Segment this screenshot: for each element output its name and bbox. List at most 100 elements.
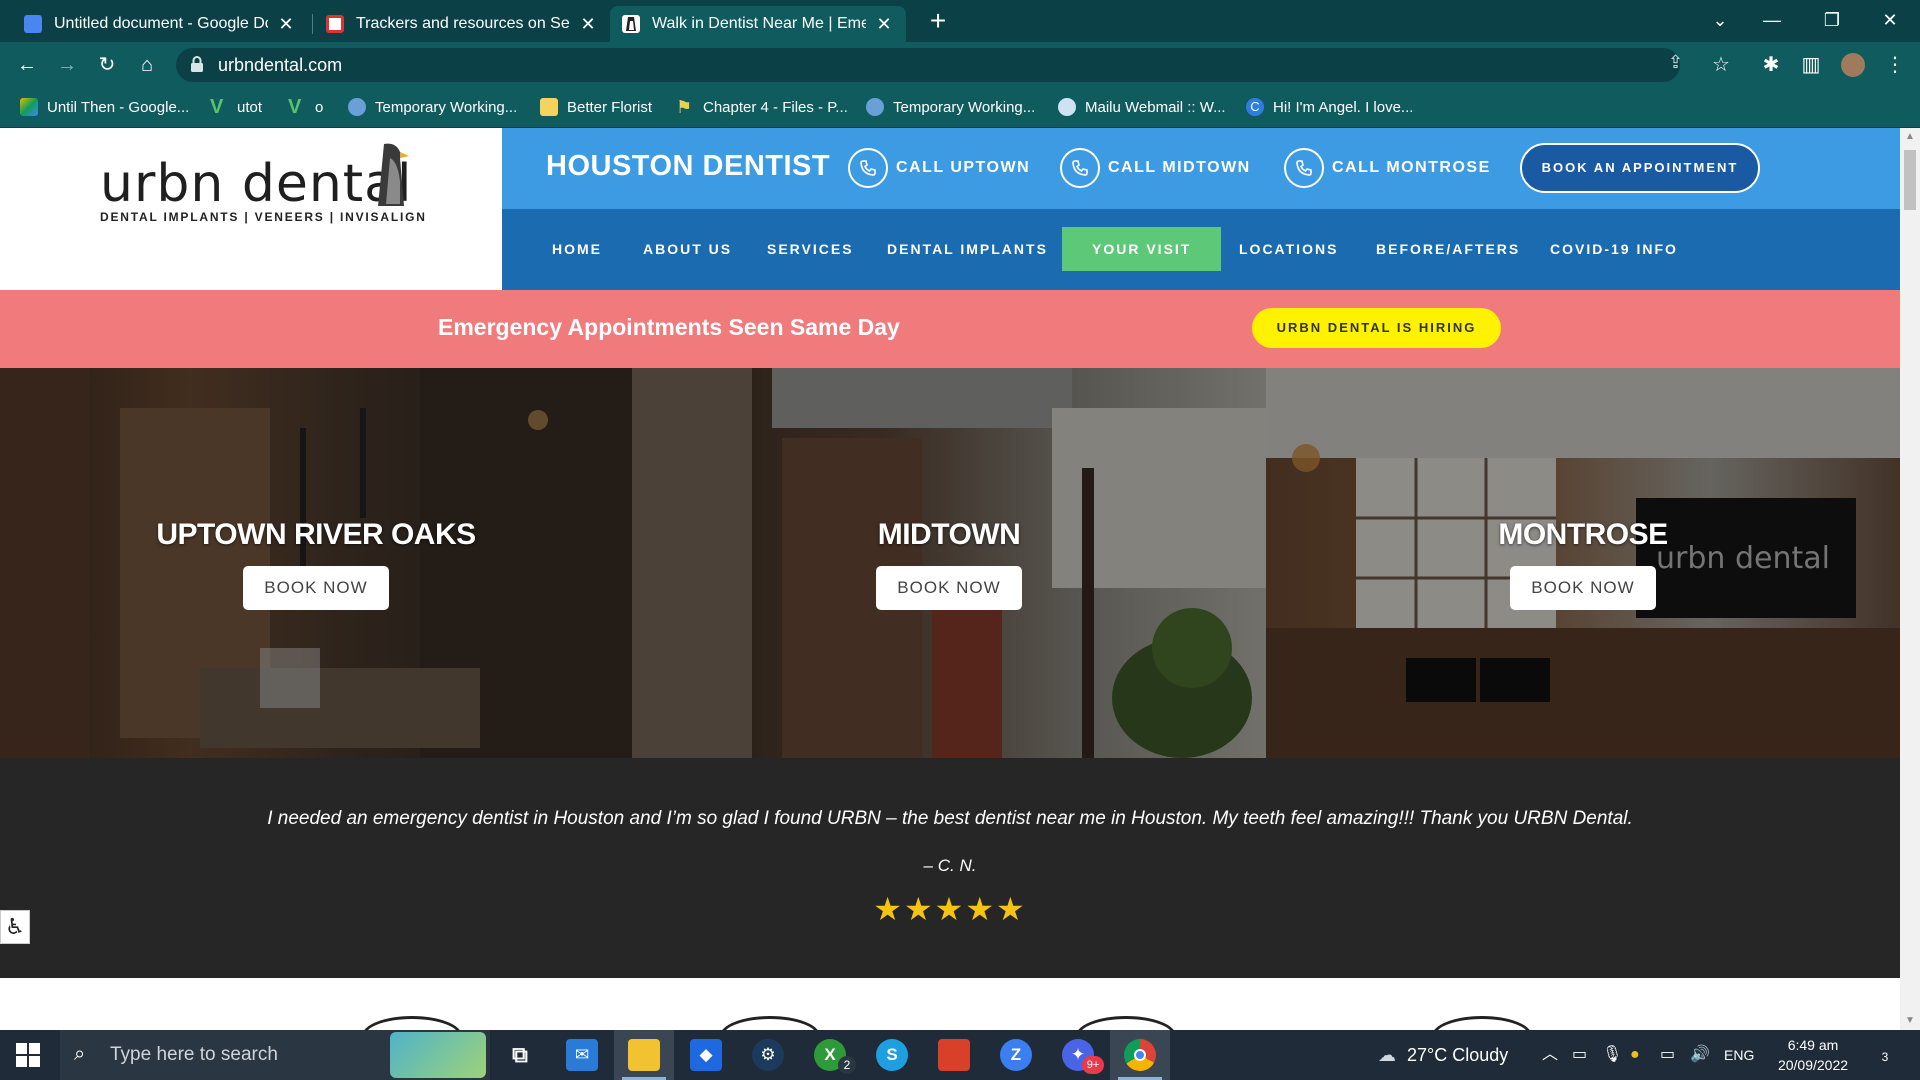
weather-widget[interactable]: ☁ 27°C Cloudy	[1378, 1030, 1508, 1080]
tab-trackers[interactable]: Trackers and resources on Set 2 - ✕	[314, 6, 610, 42]
location-card-midtown[interactable]: MIDTOWN BOOK NOW	[632, 368, 1266, 758]
show-hidden-icons[interactable]: ︿	[1542, 1030, 1558, 1080]
scrollbar-thumb[interactable]	[1904, 150, 1916, 210]
bookmark-label: Temporary Working...	[375, 98, 518, 116]
close-window-button[interactable]: ✕	[1862, 0, 1918, 42]
location-banners: UPTOWN RIVER OAKS BOOK NOW MIDTOWN BOOK …	[0, 368, 1900, 758]
bookmark-item[interactable]: Temporary Working...	[348, 98, 517, 116]
windows-start-icon[interactable]	[16, 1043, 40, 1067]
share-icon[interactable]: ⇪	[1668, 52, 1683, 73]
web-page: urbn dental DENTAL IMPLANTS | VENEERS | …	[0, 128, 1900, 1030]
testimonial-quote: I needed an emergency dentist in Houston…	[267, 808, 1633, 829]
bookmark-item[interactable]: Until Then - Google...	[20, 98, 189, 116]
zoom-button[interactable]: Z	[986, 1030, 1046, 1080]
bookmark-item[interactable]: V utot	[210, 97, 263, 117]
norton-icon[interactable]: ●	[1630, 1030, 1640, 1080]
emergency-promo-bar: Emergency Appointments Seen Same Day URB…	[0, 290, 1900, 368]
mail-app-button[interactable]: ✉	[552, 1030, 612, 1080]
minimize-button[interactable]: —	[1744, 0, 1800, 42]
nav-your-visit[interactable]: YOUR VISIT	[1062, 227, 1222, 271]
bookmark-item[interactable]: Mailu Webmail :: W...	[1058, 98, 1226, 116]
steam-button[interactable]: ⚙	[738, 1030, 798, 1080]
bookmark-label: Hi! I'm Angel. I love...	[1273, 98, 1414, 116]
meet-now-icon[interactable]: ▭	[1572, 1030, 1587, 1080]
battery-icon[interactable]: ▭	[1660, 1030, 1675, 1080]
notification-center-icon[interactable]: 3	[1870, 1040, 1900, 1070]
bookmark-item[interactable]: ⚑ Chapter 4 - Files - P...	[676, 98, 848, 116]
browser-toolbar: ← → ↻ ⌂ urbndental.com ⇪ ☆ ✱ ▥ ⋮	[0, 42, 1920, 88]
book-now-button[interactable]: BOOK NOW	[1510, 566, 1656, 610]
nav-covid-info[interactable]: COVID-19 INFO	[1550, 209, 1678, 290]
clock-date: 20/09/2022	[1777, 1057, 1849, 1073]
browser-tab-strip: Untitled document - Google Doc ✕ Tracker…	[0, 0, 1920, 42]
tab-google-docs[interactable]: Untitled document - Google Doc ✕	[12, 6, 308, 42]
bookmark-item[interactable]: Temporary Working...	[866, 98, 1035, 116]
dropbox-icon: ◆	[690, 1039, 722, 1071]
home-icon[interactable]: ⌂	[132, 50, 162, 80]
tab-urbn-dental[interactable]: Walk in Dentist Near Me | Emerg ✕	[610, 6, 906, 42]
nav-dental-implants[interactable]: DENTAL IMPLANTS	[887, 209, 1048, 290]
scroll-up-icon[interactable]: ▲	[1900, 128, 1920, 146]
language-indicator[interactable]: ENG	[1724, 1030, 1754, 1080]
bookmark-star-icon[interactable]: ☆	[1706, 50, 1736, 80]
chrome-menu-icon[interactable]: ⋮	[1880, 50, 1910, 80]
accessibility-icon[interactable]: ♿	[0, 910, 30, 944]
page-scrollbar[interactable]: ▲ ▼	[1900, 128, 1920, 1030]
extensions-icon[interactable]: ✱	[1756, 50, 1786, 80]
messenger-button[interactable]: ✦ 9+	[1048, 1030, 1108, 1080]
file-explorer-button[interactable]	[614, 1030, 674, 1080]
profile-avatar[interactable]	[1838, 50, 1868, 80]
bookmark-item[interactable]: V o	[288, 96, 323, 118]
v-icon: V	[288, 96, 302, 118]
address-bar[interactable]: urbndental.com ⇪	[176, 48, 1683, 82]
bookmark-label: utot	[237, 98, 263, 116]
task-view-button[interactable]: ⧉	[490, 1030, 550, 1080]
system-clock[interactable]: 6:49 am 20/09/2022	[1768, 1035, 1858, 1075]
nav-locations[interactable]: LOCATIONS	[1239, 209, 1338, 290]
location-card-uptown[interactable]: UPTOWN RIVER OAKS BOOK NOW	[0, 368, 632, 758]
hiring-button[interactable]: URBN DENTAL IS HIRING	[1252, 308, 1501, 348]
url-text[interactable]: urbndental.com	[218, 55, 342, 76]
taskbar-search-box[interactable]: ⌕ Type here to search	[60, 1030, 490, 1080]
service-circle	[1076, 1016, 1176, 1030]
microphone-icon[interactable]: 🎙	[1602, 1030, 1622, 1080]
location-card-montrose[interactable]: urbn dental MONTROSE BOOK NOW	[1266, 368, 1900, 758]
restore-button[interactable]: ❐	[1804, 0, 1860, 42]
office-button[interactable]	[924, 1030, 984, 1080]
nav-before-afters[interactable]: BEFORE/AFTERS	[1376, 209, 1520, 290]
tab-divider	[312, 14, 313, 34]
globe-icon	[866, 98, 884, 116]
bookmark-item[interactable]: Better Florist	[540, 98, 652, 116]
book-appointment-button[interactable]: BOOK AN APPOINTMENT	[1520, 143, 1760, 193]
bookmark-label: Better Florist	[567, 98, 653, 116]
notification-badge: 2	[838, 1056, 856, 1074]
volume-icon[interactable]: 🔊	[1690, 1030, 1710, 1080]
call-montrose-link[interactable]: CALL MONTROSE	[1284, 148, 1491, 188]
back-button[interactable]: ←	[12, 50, 42, 80]
nav-about-us[interactable]: ABOUT US	[643, 209, 732, 290]
reload-button[interactable]: ↻	[92, 50, 122, 80]
dropbox-button[interactable]: ◆	[676, 1030, 736, 1080]
close-tab-icon[interactable]: ✕	[276, 14, 296, 35]
location-name: MONTROSE	[1498, 518, 1668, 551]
nav-services[interactable]: SERVICES	[767, 209, 854, 290]
tracker-favicon	[326, 15, 344, 33]
bookmark-item[interactable]: C Hi! I'm Angel. I love...	[1246, 98, 1413, 116]
scroll-down-icon[interactable]: ▼	[1900, 1012, 1920, 1030]
call-uptown-link[interactable]: CALL UPTOWN	[848, 148, 1030, 188]
xbox-button[interactable]: X 2	[800, 1030, 860, 1080]
site-logo[interactable]: urbn dental DENTAL IMPLANTS | VENEERS | …	[0, 128, 502, 290]
side-panel-icon[interactable]: ▥	[1796, 50, 1826, 80]
skype-button[interactable]: S	[862, 1030, 922, 1080]
call-midtown-link[interactable]: CALL MIDTOWN	[1060, 148, 1251, 188]
book-now-button[interactable]: BOOK NOW	[876, 566, 1022, 610]
new-tab-button[interactable]: +	[922, 6, 954, 38]
nav-home[interactable]: HOME	[552, 209, 602, 290]
chrome-button[interactable]	[1110, 1030, 1170, 1080]
close-tab-icon[interactable]: ✕	[874, 14, 894, 35]
close-tab-icon[interactable]: ✕	[578, 14, 598, 35]
book-now-button[interactable]: BOOK NOW	[243, 566, 389, 610]
tab-search-icon[interactable]: ⌄	[1692, 0, 1748, 42]
forward-button[interactable]: →	[52, 50, 82, 80]
location-name: UPTOWN RIVER OAKS	[156, 518, 476, 551]
